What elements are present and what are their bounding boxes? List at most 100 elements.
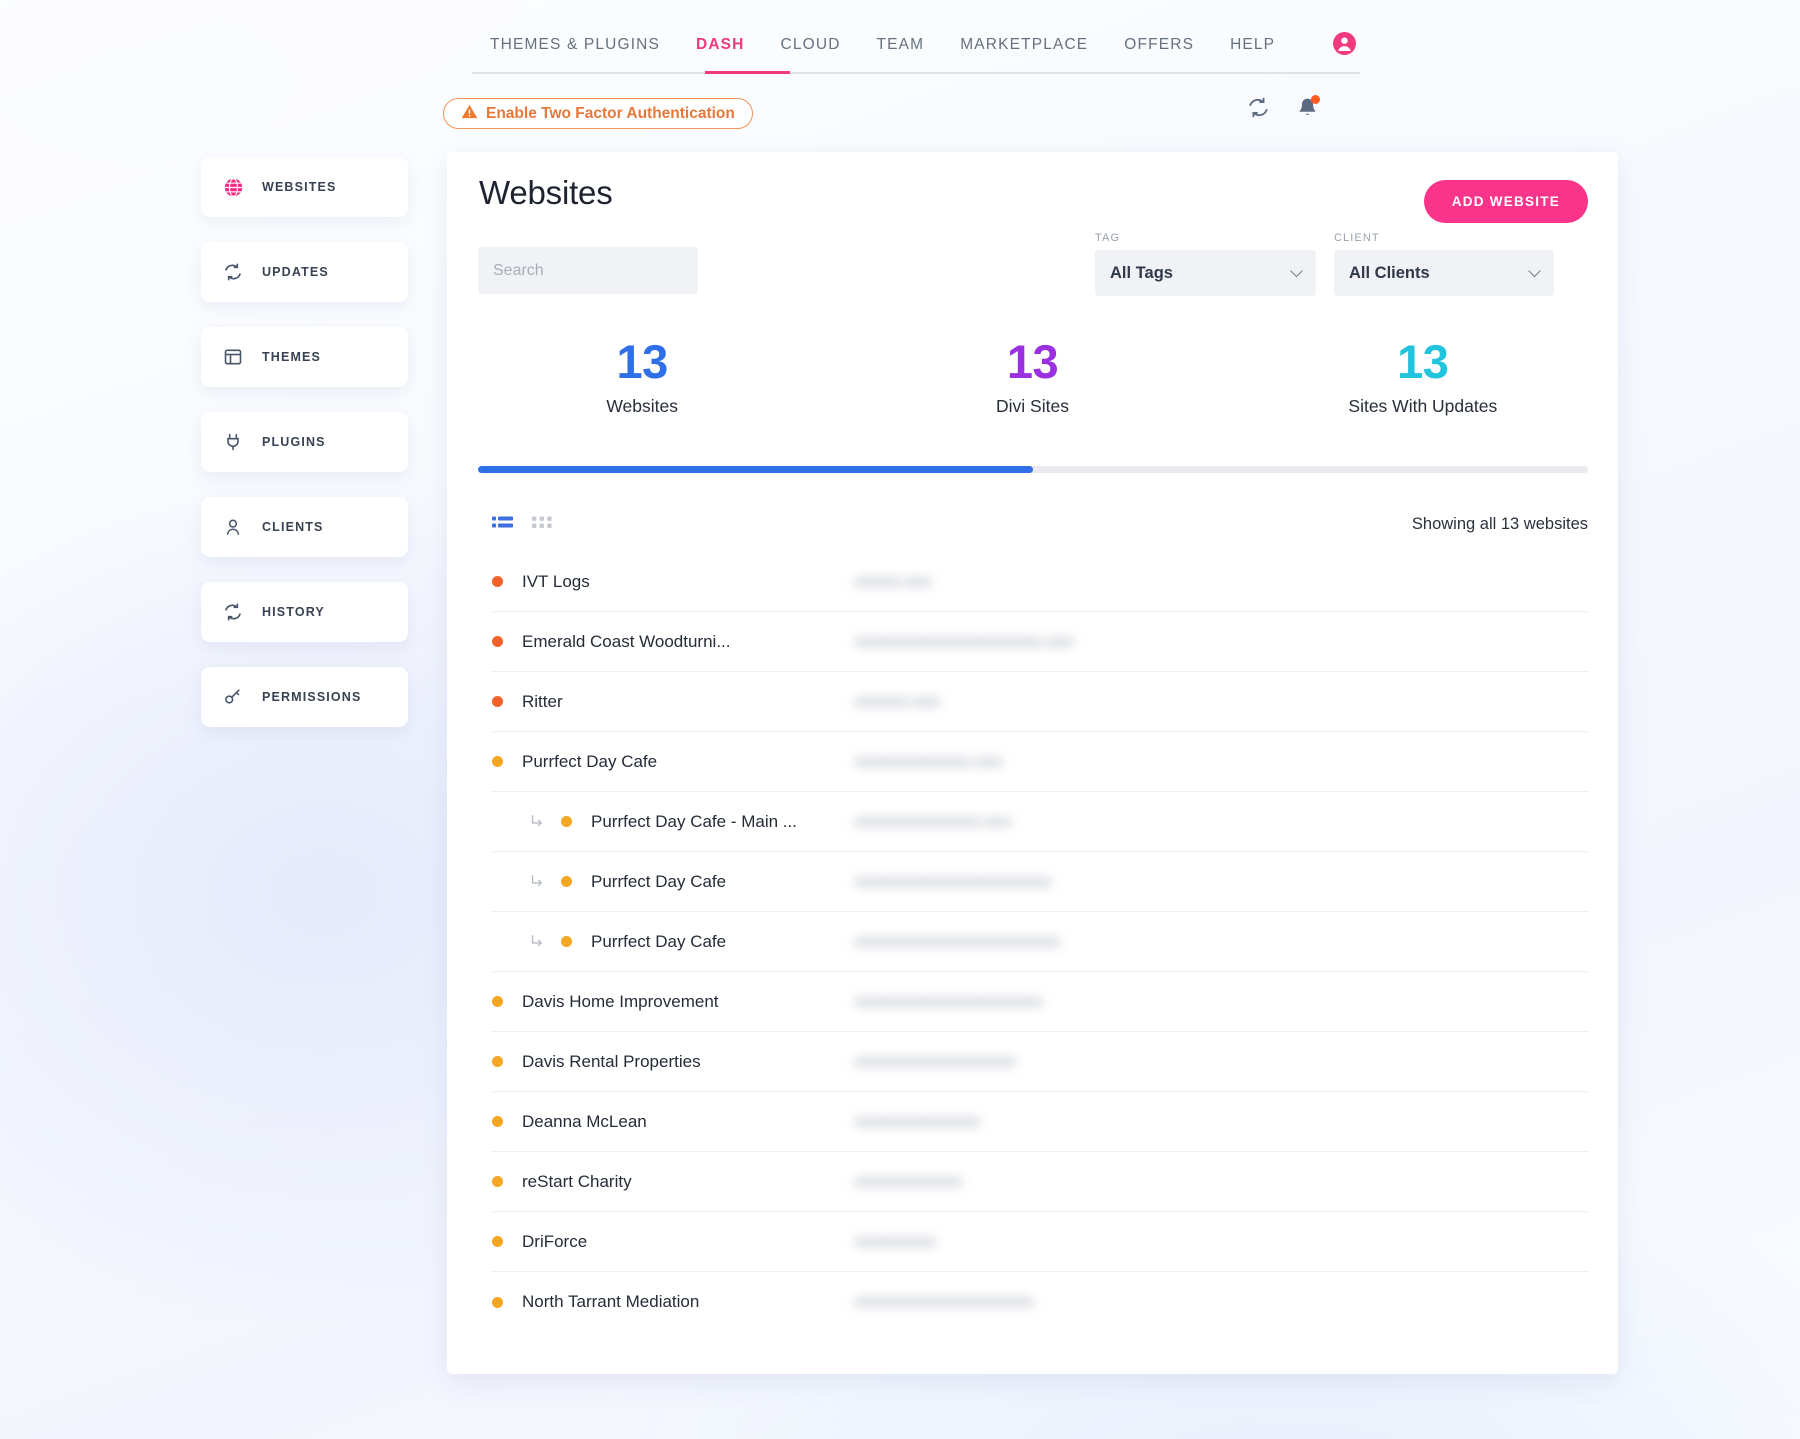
website-name-link[interactable]: Purrfect Day Cafe [591, 872, 726, 892]
globe-icon [222, 176, 244, 198]
tag-filter-select[interactable]: All Tags [1095, 250, 1316, 296]
nav-active-indicator [705, 71, 790, 74]
row-name-cell: Purrfect Day Cafe [492, 732, 855, 792]
sidebar-item-permissions[interactable]: PERMISSIONS [201, 667, 408, 727]
website-name-link[interactable]: DriForce [522, 1232, 587, 1252]
website-name-link[interactable]: Davis Home Improvement [522, 992, 719, 1012]
sidebar-item-label: PLUGINS [262, 435, 326, 449]
sidebar-item-label: CLIENTS [262, 520, 324, 534]
row-actions-cell [1114, 1272, 1588, 1332]
table-row[interactable]: Purrfect Day Cafeaaaaaaaaaaaaa.aaa [447, 732, 1618, 792]
tag-filter-value: All Tags [1110, 264, 1173, 283]
website-name-link[interactable]: Davis Rental Properties [522, 1052, 701, 1072]
row-actions-cell [1114, 732, 1588, 792]
client-filter: CLIENT All Clients [1334, 232, 1554, 296]
nav-item-offers[interactable]: OFFERS [1106, 22, 1212, 68]
progress-bar-fill [478, 466, 1033, 473]
website-name-link[interactable]: Purrfect Day Cafe [591, 932, 726, 952]
stat-value: 13 [837, 337, 1227, 386]
status-dot [492, 576, 503, 587]
status-dot [561, 816, 572, 827]
chevron-down-icon [1528, 265, 1541, 278]
add-website-button[interactable]: ADD WEBSITE [1424, 180, 1588, 223]
table-row[interactable]: Purrfect Day Cafe aaaaaaaaaaaaaaaaaaaaaa [447, 852, 1618, 912]
nav-item-list: THEMES & PLUGINSDASHCLOUDTEAMMARKETPLACE… [445, 22, 1360, 68]
nav-item-themes-plugins[interactable]: THEMES & PLUGINS [472, 22, 678, 68]
row-name-cell: DriForce [492, 1212, 855, 1272]
table-row[interactable]: Davis Rental Propertiesaaaaaaaaaaaaaaaaa… [447, 1032, 1618, 1092]
table-row[interactable]: Deanna McLeanaaaaaaaaaaaaaa [447, 1092, 1618, 1152]
nav-item-help[interactable]: HELP [1212, 22, 1293, 68]
nav-item-marketplace[interactable]: MARKETPLACE [942, 22, 1106, 68]
table-row[interactable]: DriForceaaaaaaaaa [447, 1212, 1618, 1272]
row-name-cell: Purrfect Day Cafe [492, 912, 855, 972]
table-row[interactable]: North Tarrant Mediation aaaaaaaaaaaaaaaaa… [447, 1272, 1618, 1332]
row-url-cell: aaaaaaaaaaaaaaaaaaaaaaa [855, 912, 1114, 972]
website-name-link[interactable]: Ritter [522, 692, 563, 712]
website-name-link[interactable]: Deanna McLean [522, 1112, 647, 1132]
header-icon-group [1247, 96, 1319, 124]
table-row[interactable]: Davis Home Improvementaaaaaaaaaaaaaaaaaa… [447, 972, 1618, 1032]
stat-value: 13 [447, 337, 837, 386]
table-row[interactable]: Ritteraaaaaa.aaa [447, 672, 1618, 732]
stat-card: 13 Divi Sites [837, 337, 1227, 417]
status-dot [492, 1116, 503, 1127]
row-actions-cell [1114, 672, 1588, 732]
user-icon [222, 516, 244, 538]
nav-item-cloud[interactable]: CLOUD [763, 22, 859, 68]
view-toggle-group [492, 514, 553, 535]
row-url-cell: aaaaaaaaaaaaaaaaaaaa [855, 1272, 1114, 1332]
table-row[interactable]: reStart Charityaaaaaaaaaaaa [447, 1152, 1618, 1212]
status-dot [492, 1297, 503, 1308]
grid-view-icon[interactable] [532, 514, 553, 535]
bell-icon[interactable] [1296, 96, 1319, 124]
subsite-arrow-icon [529, 873, 546, 890]
website-name-link[interactable]: reStart Charity [522, 1172, 632, 1192]
website-name-link[interactable]: Purrfect Day Cafe [522, 752, 657, 772]
sidebar-item-clients[interactable]: CLIENTS [201, 497, 408, 557]
search-input[interactable] [478, 247, 698, 294]
table-row[interactable]: IVT Logs aaaaa.aaa [447, 552, 1618, 612]
refresh-icon [222, 601, 244, 623]
showing-count-label: Showing all 13 websites [1412, 515, 1588, 534]
row-actions-cell [1114, 1032, 1588, 1092]
stat-card: 13 Sites With Updates [1228, 337, 1618, 417]
website-url-redacted: aaaaaaaaaaaaaaaaaaaaaa [855, 873, 1051, 891]
sidebar-item-themes[interactable]: THEMES [201, 327, 408, 387]
list-view-icon[interactable] [492, 514, 513, 535]
refresh-icon [222, 261, 244, 283]
table-row[interactable]: Purrfect Day Cafe aaaaaaaaaaaaaaaaaaaaaaa [447, 912, 1618, 972]
client-filter-value: All Clients [1349, 264, 1430, 283]
row-url-cell: aaaaa.aaa [855, 552, 1114, 612]
website-url-redacted: aaaaaaaaaaaaaaaaaaaaaaa [855, 933, 1060, 951]
table-row[interactable]: Emerald Coast Woodturni...aaaaaaaaaaaaaa… [447, 612, 1618, 672]
sidebar-item-label: UPDATES [262, 265, 329, 279]
row-name-cell: Davis Rental Properties [492, 1032, 855, 1092]
stat-caption: Sites With Updates [1228, 396, 1618, 417]
stat-caption: Websites [447, 396, 837, 417]
enable-two-factor-button[interactable]: Enable Two Factor Authentication [443, 98, 753, 129]
sidebar-item-label: HISTORY [262, 605, 325, 619]
website-name-link[interactable]: Emerald Coast Woodturni... [522, 632, 731, 652]
sidebar-item-history[interactable]: HISTORY [201, 582, 408, 642]
client-filter-select[interactable]: All Clients [1334, 250, 1554, 296]
status-dot [561, 936, 572, 947]
sync-refresh-icon[interactable] [1247, 96, 1270, 124]
plug-icon [222, 431, 244, 453]
status-dot [492, 996, 503, 1007]
website-name-link[interactable]: IVT Logs [522, 572, 590, 592]
nav-item-dash[interactable]: DASH [678, 22, 763, 68]
sidebar-item-websites[interactable]: WEBSITES [201, 157, 408, 217]
account-circle-icon[interactable] [1332, 31, 1357, 56]
stat-value: 13 [1228, 337, 1618, 386]
sidebar-item-updates[interactable]: UPDATES [201, 242, 408, 302]
status-dot [492, 756, 503, 767]
website-name-link[interactable]: Purrfect Day Cafe - Main ... [591, 812, 797, 832]
website-name-link[interactable]: North Tarrant Mediation [522, 1292, 699, 1312]
table-row[interactable]: Purrfect Day Cafe - Main ...aaaaaaaaaaaa… [447, 792, 1618, 852]
sidebar-item-plugins[interactable]: PLUGINS [201, 412, 408, 472]
stat-caption: Divi Sites [837, 396, 1227, 417]
stats-summary: 13Websites13Divi Sites13Sites With Updat… [447, 337, 1618, 417]
nav-item-team[interactable]: TEAM [859, 22, 943, 68]
header-alert-row: Enable Two Factor Authentication [0, 98, 1800, 140]
